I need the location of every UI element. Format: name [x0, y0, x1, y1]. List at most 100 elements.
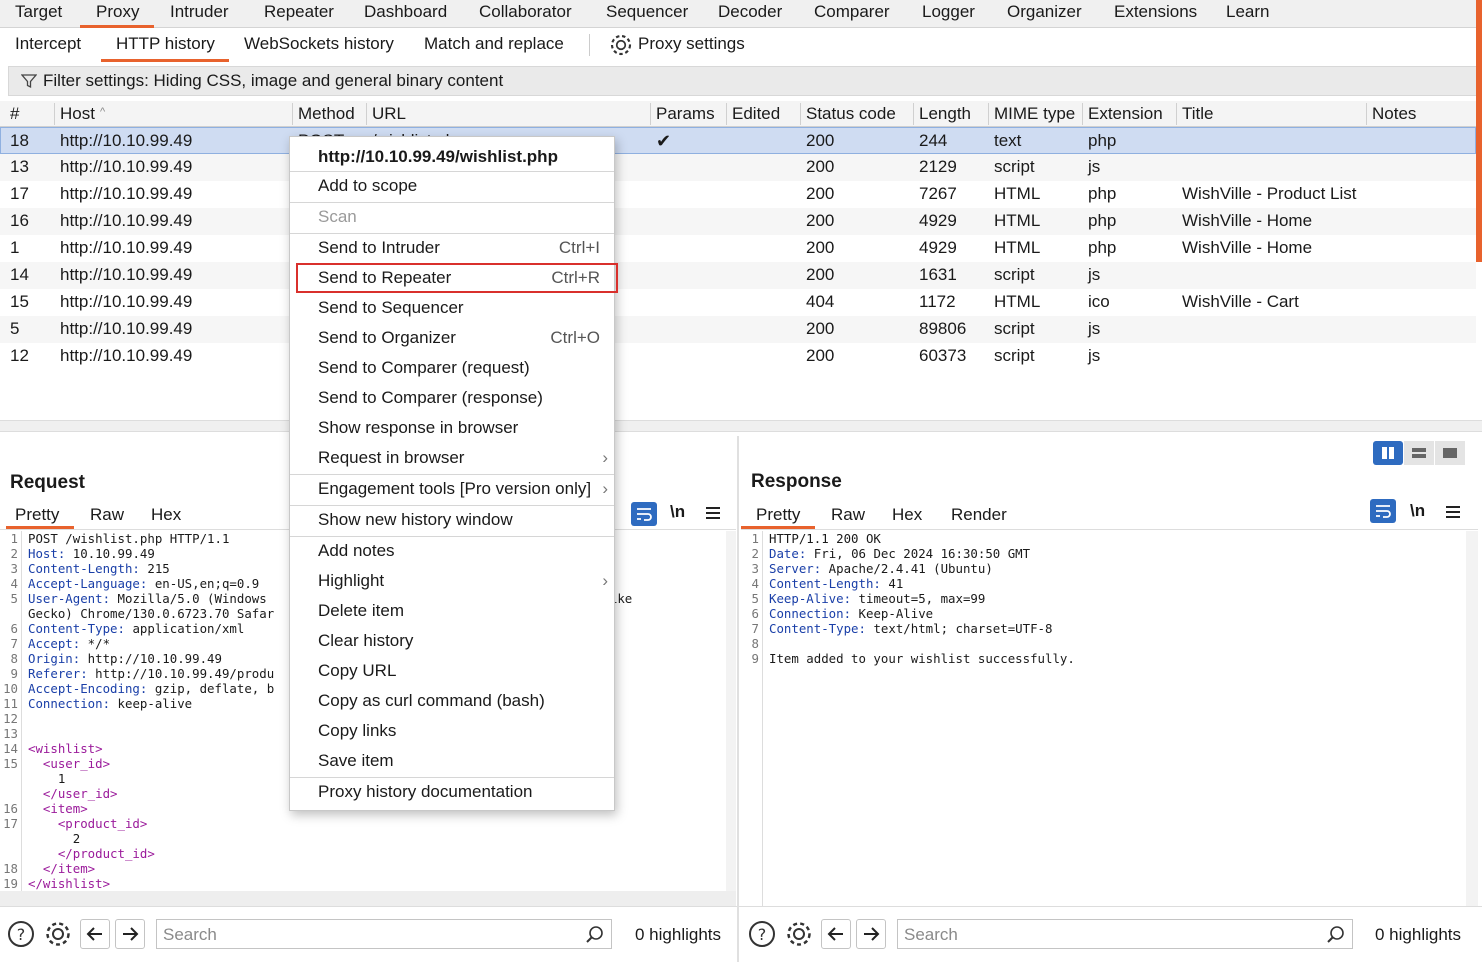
response-wrap-toggle[interactable]	[1370, 499, 1396, 523]
column-header-params[interactable]: Params	[656, 104, 715, 124]
column-separator[interactable]	[726, 103, 727, 125]
menu-item-send-to-intruder[interactable]: Send to Intruder Ctrl+I	[290, 234, 614, 264]
column-separator[interactable]	[292, 103, 293, 125]
proxy-tab-proxy-settings[interactable]: Proxy settings	[638, 34, 745, 54]
top-tab-dashboard[interactable]: Dashboard	[364, 2, 447, 22]
request-newline-toggle[interactable]: \n	[670, 502, 685, 522]
column-separator[interactable]	[1176, 103, 1177, 125]
menu-item-copy-url[interactable]: Copy URL	[290, 657, 614, 687]
column-separator[interactable]	[650, 103, 651, 125]
menu-item-add-to-scope[interactable]: Add to scope	[290, 172, 614, 202]
layout-split-horizontal-button[interactable]	[1404, 441, 1434, 465]
table-row[interactable]: 5 http://10.10.99.49 200 89806 script js	[0, 316, 1476, 343]
top-tab-target[interactable]: Target	[15, 2, 62, 22]
response-tab-hex[interactable]: Hex	[892, 505, 922, 525]
column-header-edited[interactable]: Edited	[732, 104, 780, 124]
request-search-input[interactable]: Search	[156, 919, 612, 949]
request-wrap-toggle[interactable]	[631, 502, 657, 526]
column-header-length[interactable]: Length	[919, 104, 971, 124]
menu-item-request-in-browser[interactable]: Request in browser ›	[290, 444, 614, 474]
pane-divider[interactable]	[737, 436, 739, 962]
column-separator[interactable]	[913, 103, 914, 125]
menu-item-delete-item[interactable]: Delete item	[290, 597, 614, 627]
menu-item-clear-history[interactable]: Clear history	[290, 627, 614, 657]
settings-gear-icon[interactable]	[44, 920, 72, 948]
column-separator[interactable]	[1082, 103, 1083, 125]
layout-split-vertical-button[interactable]	[1373, 441, 1403, 465]
proxy-tab-http-history[interactable]: HTTP history	[116, 34, 215, 54]
filter-bar[interactable]: Filter settings: Hiding CSS, image and g…	[8, 66, 1478, 96]
table-row[interactable]: 16 http://10.10.99.49 200 4929 HTML php WishVi…	[0, 208, 1476, 235]
response-newline-toggle[interactable]: \n	[1410, 501, 1425, 521]
table-row[interactable]: 13 http://10.10.99.49 200 2129 script js	[0, 154, 1476, 181]
top-tab-comparer[interactable]: Comparer	[814, 2, 890, 22]
top-tab-decoder[interactable]: Decoder	[718, 2, 782, 22]
column-header-mime-type[interactable]: MIME type	[994, 104, 1075, 124]
column-header-status-code[interactable]: Status code	[806, 104, 896, 124]
response-editor[interactable]: 123456789 HTTP/1.1 200 OK Date: Fri, 06 D…	[741, 531, 1478, 906]
top-tab-intruder[interactable]: Intruder	[170, 2, 229, 22]
table-row[interactable]: 18http://10.10.99.49POST/wishlist.php✔20…	[0, 127, 1476, 154]
table-row[interactable]: 15 http://10.10.99.49 404 1172 HTML ico WishVi…	[0, 289, 1476, 316]
menu-item-show-new-history-window[interactable]: Show new history window	[290, 506, 614, 536]
column-header-title[interactable]: Title	[1182, 104, 1214, 124]
table-row[interactable]: 17 http://10.10.99.49 200 7267 HTML php WishVi…	[0, 181, 1476, 208]
top-tab-learn[interactable]: Learn	[1226, 2, 1269, 22]
top-tab-proxy[interactable]: Proxy	[96, 2, 139, 22]
response-tab-raw[interactable]: Raw	[831, 505, 865, 525]
request-menu-icon[interactable]	[704, 504, 722, 522]
response-search-input[interactable]: Search	[897, 919, 1353, 949]
menu-item-save-item[interactable]: Save item	[290, 747, 614, 777]
menu-item-engagement-tools-pro-version-only[interactable]: Engagement tools [Pro version only] ›	[290, 475, 614, 505]
column-header-[interactable]: #	[10, 104, 19, 124]
request-scrollbar[interactable]	[726, 531, 736, 891]
request-tab-pretty[interactable]: Pretty	[15, 505, 59, 525]
settings-gear-icon[interactable]	[785, 920, 813, 948]
menu-item-send-to-organizer[interactable]: Send to Organizer Ctrl+O	[290, 324, 614, 354]
column-header-host[interactable]: Host	[60, 104, 95, 124]
menu-item-highlight[interactable]: Highlight ›	[290, 567, 614, 597]
top-tab-extensions[interactable]: Extensions	[1114, 2, 1197, 22]
request-tab-hex[interactable]: Hex	[151, 505, 181, 525]
table-scrollbar[interactable]	[1476, 0, 1482, 262]
top-tab-repeater[interactable]: Repeater	[264, 2, 334, 22]
forward-button[interactable]	[115, 919, 145, 949]
menu-item-send-to-comparer-response[interactable]: Send to Comparer (response)	[290, 384, 614, 414]
top-tab-logger[interactable]: Logger	[922, 2, 975, 22]
response-menu-icon[interactable]	[1444, 503, 1462, 521]
column-separator[interactable]	[988, 103, 989, 125]
proxy-tab-match-and-replace[interactable]: Match and replace	[424, 34, 564, 54]
response-tab-pretty[interactable]: Pretty	[756, 505, 800, 525]
column-separator[interactable]	[366, 103, 367, 125]
menu-item-show-response-in-browser[interactable]: Show response in browser	[290, 414, 614, 444]
menu-item-copy-as-curl-command-bash[interactable]: Copy as curl command (bash)	[290, 687, 614, 717]
forward-button[interactable]	[856, 919, 886, 949]
column-header-extension[interactable]: Extension	[1088, 104, 1163, 124]
column-separator[interactable]	[800, 103, 801, 125]
layout-tabs-button[interactable]	[1435, 441, 1465, 465]
menu-item-add-notes[interactable]: Add notes	[290, 537, 614, 567]
menu-item-send-to-comparer-request[interactable]: Send to Comparer (request)	[290, 354, 614, 384]
top-tab-collaborator[interactable]: Collaborator	[479, 2, 572, 22]
top-tab-organizer[interactable]: Organizer	[1007, 2, 1082, 22]
menu-item-send-to-sequencer[interactable]: Send to Sequencer	[290, 294, 614, 324]
table-row[interactable]: 14 http://10.10.99.49 200 1631 script js	[0, 262, 1476, 289]
table-row[interactable]: 1 http://10.10.99.49 200 4929 HTML php WishVil…	[0, 235, 1476, 262]
table-row[interactable]: 12 http://10.10.99.49 200 60373 script js	[0, 343, 1476, 370]
help-icon[interactable]: ?	[748, 920, 776, 948]
response-tab-render[interactable]: Render	[951, 505, 1007, 525]
column-separator[interactable]	[1366, 103, 1367, 125]
split-divider[interactable]	[0, 420, 1482, 432]
proxy-tab-websockets-history[interactable]: WebSockets history	[244, 34, 394, 54]
column-header-method[interactable]: Method	[298, 104, 355, 124]
back-button[interactable]	[80, 919, 110, 949]
menu-item-copy-links[interactable]: Copy links	[290, 717, 614, 747]
request-tab-raw[interactable]: Raw	[90, 505, 124, 525]
column-separator[interactable]	[54, 103, 55, 125]
back-button[interactable]	[821, 919, 851, 949]
proxy-tab-intercept[interactable]: Intercept	[15, 34, 81, 54]
proxy-settings-gear-icon[interactable]	[609, 33, 633, 57]
column-header-notes[interactable]: Notes	[1372, 104, 1416, 124]
menu-item-proxy-history-documentation[interactable]: Proxy history documentation	[290, 778, 614, 808]
top-tab-sequencer[interactable]: Sequencer	[606, 2, 688, 22]
